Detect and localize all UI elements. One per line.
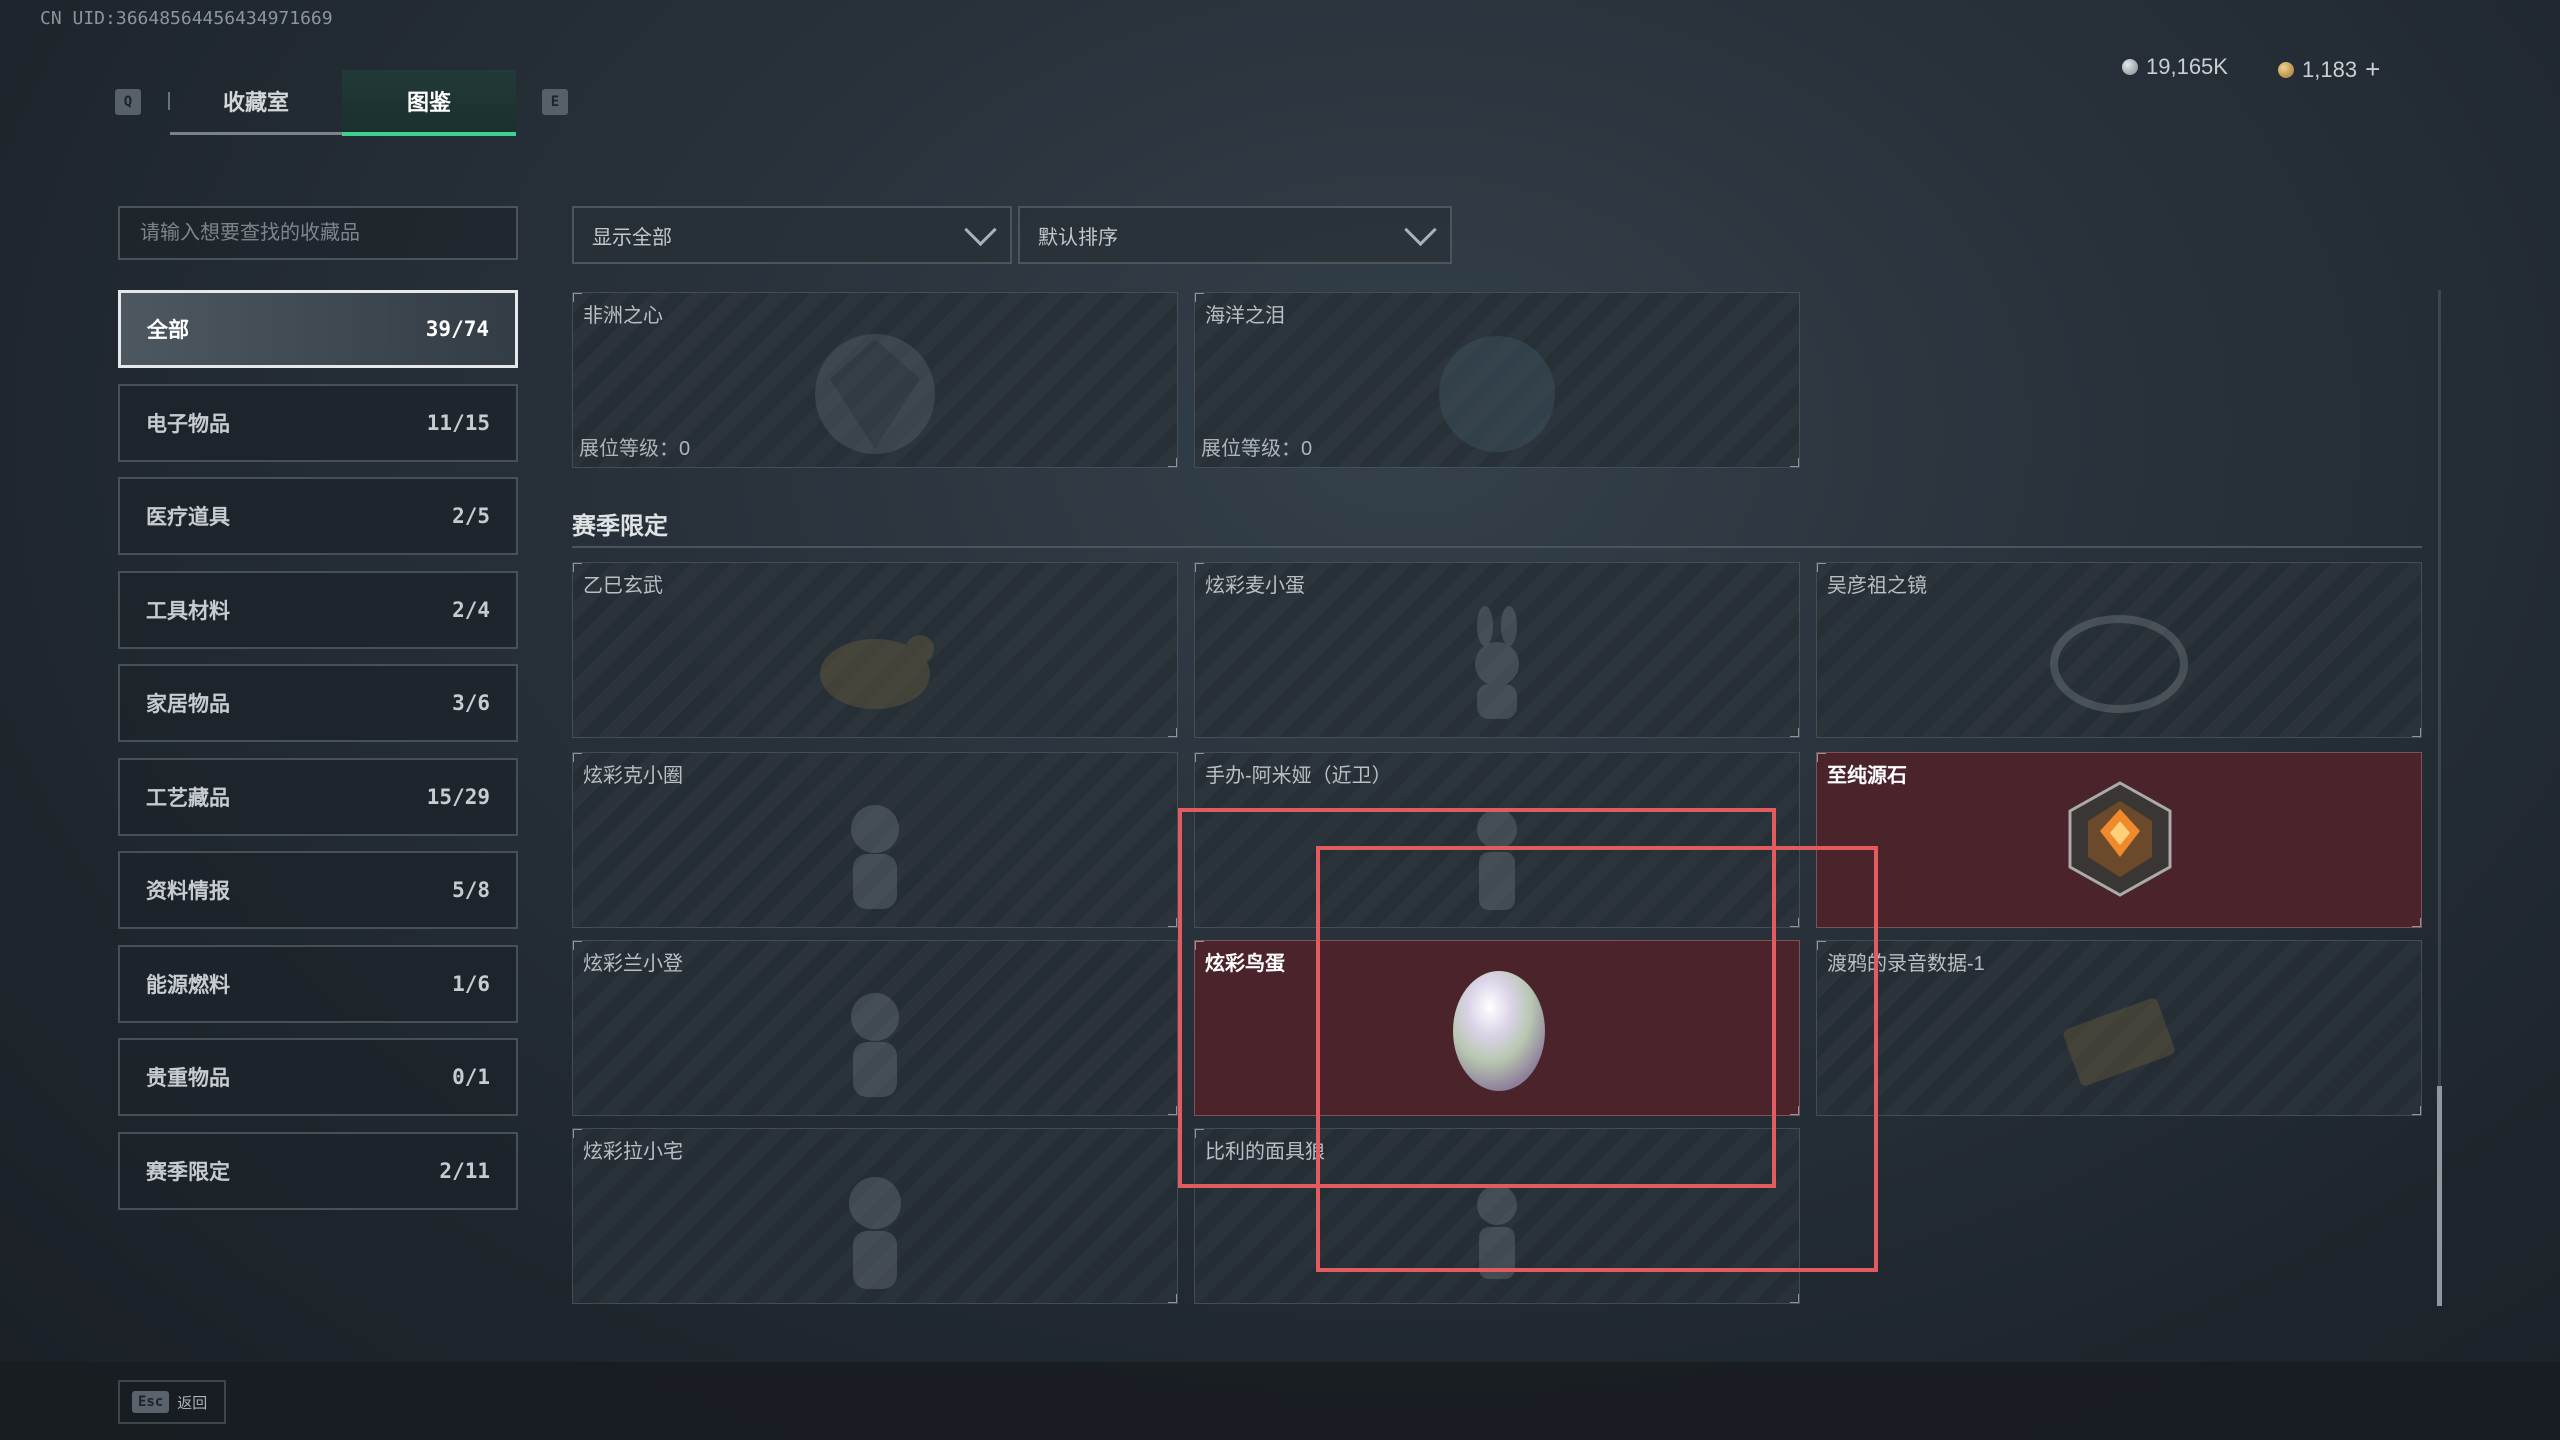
item-name: 吴彦祖之镜 <box>1827 575 1927 597</box>
scrollbar-thumb[interactable] <box>2437 1086 2442 1306</box>
section-divider <box>572 546 2422 548</box>
silver-amount: 19,165K <box>2146 54 2228 79</box>
gold-amount: 1,183 <box>2302 56 2358 82</box>
category-crafts[interactable]: 工艺藏品 15/29 <box>118 758 518 836</box>
chevron-down-icon <box>964 213 997 246</box>
item-card[interactable]: 乙巳玄武 <box>572 562 1178 738</box>
mirror-icon <box>2050 614 2188 713</box>
sort-dropdown[interactable]: 默认排序 <box>1018 206 1452 264</box>
category-label: 电子物品 <box>146 413 230 436</box>
category-intel[interactable]: 资料情报 5/8 <box>118 851 518 929</box>
chevron-down-icon <box>1404 213 1437 246</box>
category-label: 家居物品 <box>146 693 230 716</box>
silver-currency: 19,165K <box>2122 54 2228 80</box>
category-season-limited[interactable]: 赛季限定 2/11 <box>118 1132 518 1210</box>
highlight-box <box>1316 846 1878 1272</box>
search-input[interactable] <box>120 208 516 258</box>
category-count: 3/6 <box>452 691 490 715</box>
item-name: 炫彩麦小蛋 <box>1205 575 1305 597</box>
player-uid: CN UID:3664856445643497​1669 <box>40 8 333 29</box>
item-name: 炫彩拉小宅 <box>583 1141 683 1163</box>
item-name: 炫彩克小圈 <box>583 765 683 787</box>
gold-currency: 1,183 + <box>2278 54 2380 85</box>
category-count: 0/1 <box>452 1065 490 1089</box>
category-count: 39/74 <box>425 317 489 341</box>
category-label: 工具材料 <box>146 600 230 623</box>
category-label: 全部 <box>147 319 189 342</box>
sort-dropdown-value: 默认排序 <box>1038 226 1118 249</box>
recorder-icon <box>2063 998 2175 1086</box>
item-card[interactable]: 炫彩克小圈 <box>572 752 1178 928</box>
item-card[interactable]: 渡鸦的录音数据-1 <box>1816 940 2422 1116</box>
item-card-tear-of-ocean[interactable]: 海洋之泪 展位等级：0 <box>1194 292 1800 468</box>
category-energy[interactable]: 能源燃料 1/6 <box>118 945 518 1023</box>
filter-dropdown[interactable]: 显示全部 <box>572 206 1012 264</box>
category-electronics[interactable]: 电子物品 11/15 <box>118 384 518 462</box>
silver-coin-icon <box>2122 59 2138 75</box>
category-label: 能源燃料 <box>146 974 230 997</box>
figure-icon <box>849 1176 901 1289</box>
item-name: 非洲之心 <box>583 305 663 327</box>
bunny-figure-icon <box>1475 605 1519 719</box>
category-all[interactable]: 全部 39/74 <box>118 290 518 368</box>
back-label: 返回 <box>177 1394 208 1412</box>
gold-coin-icon <box>2278 61 2294 78</box>
category-label: 工艺藏品 <box>146 787 230 810</box>
tab-next-key[interactable]: E <box>542 89 568 115</box>
add-currency-button[interactable]: + <box>2365 54 2380 85</box>
turtle-figure-icon <box>820 634 934 709</box>
category-medical[interactable]: 医疗道具 2/5 <box>118 477 518 555</box>
display-level: 展位等级：0 <box>1201 438 1313 460</box>
category-count: 5/8 <box>452 878 490 902</box>
category-valuables[interactable]: 贵重物品 0/1 <box>118 1038 518 1116</box>
item-name: 乙巳玄武 <box>583 575 663 597</box>
item-card-owned[interactable]: 至纯源石 <box>1816 752 2422 928</box>
item-card[interactable]: 炫彩兰小登 <box>572 940 1178 1116</box>
category-count: 2/4 <box>452 598 490 622</box>
category-count: 15/29 <box>426 785 490 809</box>
item-card[interactable]: 吴彦祖之镜 <box>1816 562 2422 738</box>
item-name: 炫彩兰小登 <box>583 953 683 975</box>
tab-collection-room[interactable]: 收藏室 <box>170 70 342 135</box>
category-count: 2/11 <box>439 1159 490 1183</box>
gem-icon <box>1439 335 1555 452</box>
footer-bar <box>0 1362 2560 1440</box>
category-label: 赛季限定 <box>146 1161 230 1184</box>
figure-icon <box>851 992 899 1097</box>
item-name: 海洋之泪 <box>1205 305 1285 327</box>
section-title: 赛季限定 <box>572 513 668 540</box>
figure-icon <box>851 804 899 909</box>
category-count: 1/6 <box>452 972 490 996</box>
item-card[interactable]: 炫彩拉小宅 <box>572 1128 1178 1304</box>
category-count: 2/5 <box>452 504 490 528</box>
category-household[interactable]: 家居物品 3/6 <box>118 664 518 742</box>
item-name: 至纯源石 <box>1827 765 1907 787</box>
filter-dropdown-value: 显示全部 <box>592 226 672 249</box>
category-tools[interactable]: 工具材料 2/4 <box>118 571 518 649</box>
originium-crystal-icon <box>2068 781 2172 897</box>
tab-catalog[interactable]: 图鉴 <box>342 70 516 136</box>
display-level: 展位等级：0 <box>579 438 691 460</box>
item-name: 手办-阿米娅（近卫） <box>1205 765 1392 787</box>
gem-icon <box>815 333 935 454</box>
tab-prev-key[interactable]: Q <box>115 89 141 115</box>
category-label: 医疗道具 <box>146 506 230 529</box>
item-card[interactable]: 炫彩麦小蛋 <box>1194 562 1800 738</box>
category-count: 11/15 <box>426 411 490 435</box>
search-box <box>118 206 518 260</box>
category-label: 资料情报 <box>146 880 230 903</box>
item-card-heart-of-africa[interactable]: 非洲之心 展位等级：0 <box>572 292 1178 468</box>
category-label: 贵重物品 <box>146 1067 230 1090</box>
esc-key: Esc <box>132 1391 170 1413</box>
back-button[interactable]: Esc 返回 <box>118 1380 226 1424</box>
